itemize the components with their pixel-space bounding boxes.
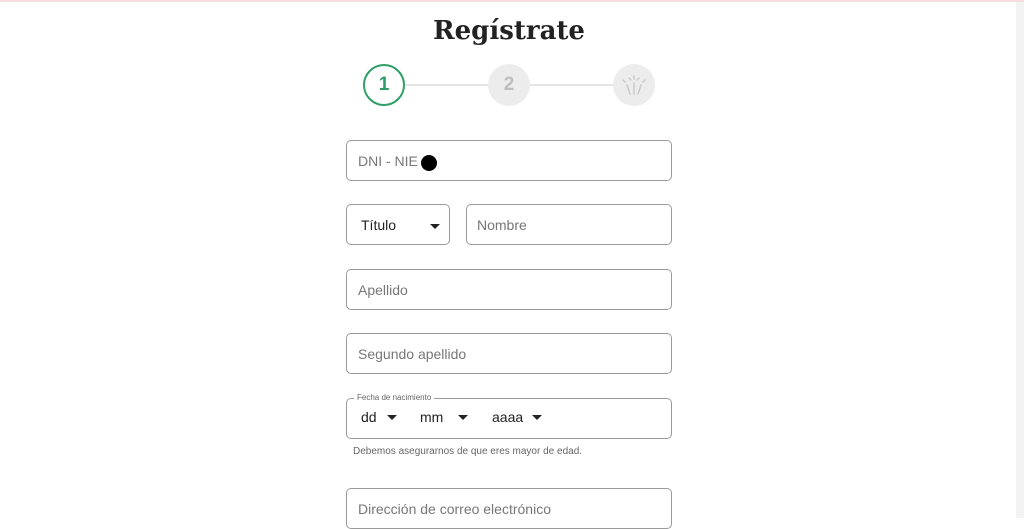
month-value: mm: [420, 409, 444, 425]
scrollbar[interactable]: [1016, 2, 1024, 518]
birthdate-field: Fecha de nacimiento dd mm aaaa: [346, 393, 672, 439]
step-1-label: 1: [378, 74, 390, 95]
month-select[interactable]: mm: [420, 399, 474, 438]
nombre-placeholder: Nombre: [477, 217, 527, 233]
dni-field[interactable]: DNI - NIE: [346, 140, 672, 181]
stepper: 1 2: [363, 64, 655, 106]
step-2-label: 2: [503, 74, 515, 95]
title-select-value: Título: [361, 217, 397, 233]
dni-placeholder: DNI - NIE: [358, 153, 418, 169]
step-1: 1: [363, 64, 405, 106]
chevron-down-icon: [430, 224, 440, 229]
year-select[interactable]: aaaa: [492, 399, 550, 438]
title-select[interactable]: Título: [346, 204, 450, 245]
step-connector: [405, 84, 488, 86]
cursor-dot: [421, 155, 437, 171]
apellido-field[interactable]: Apellido: [346, 269, 672, 310]
fireworks-icon: [622, 75, 646, 95]
year-value: aaaa: [492, 409, 524, 425]
chevron-down-icon: [458, 415, 468, 420]
page-title: Regístrate: [433, 16, 585, 46]
birthdate-helper-text: Debemos asegurarnos de que eres mayor de…: [353, 446, 583, 457]
top-accent-line: [0, 0, 1024, 2]
email-field[interactable]: Dirección de correo electrónico: [346, 488, 672, 529]
day-select[interactable]: dd: [361, 399, 403, 438]
step-connector: [530, 84, 613, 86]
chevron-down-icon: [387, 415, 397, 420]
segundo-apellido-placeholder: Segundo apellido: [358, 346, 467, 362]
chevron-down-icon: [532, 415, 542, 420]
day-value: dd: [361, 409, 377, 425]
step-2: 2: [488, 64, 530, 106]
apellido-placeholder: Apellido: [358, 282, 408, 298]
segundo-apellido-field[interactable]: Segundo apellido: [346, 333, 672, 374]
step-3: [613, 64, 655, 106]
email-placeholder: Dirección de correo electrónico: [358, 501, 551, 517]
nombre-field[interactable]: Nombre: [466, 204, 672, 245]
